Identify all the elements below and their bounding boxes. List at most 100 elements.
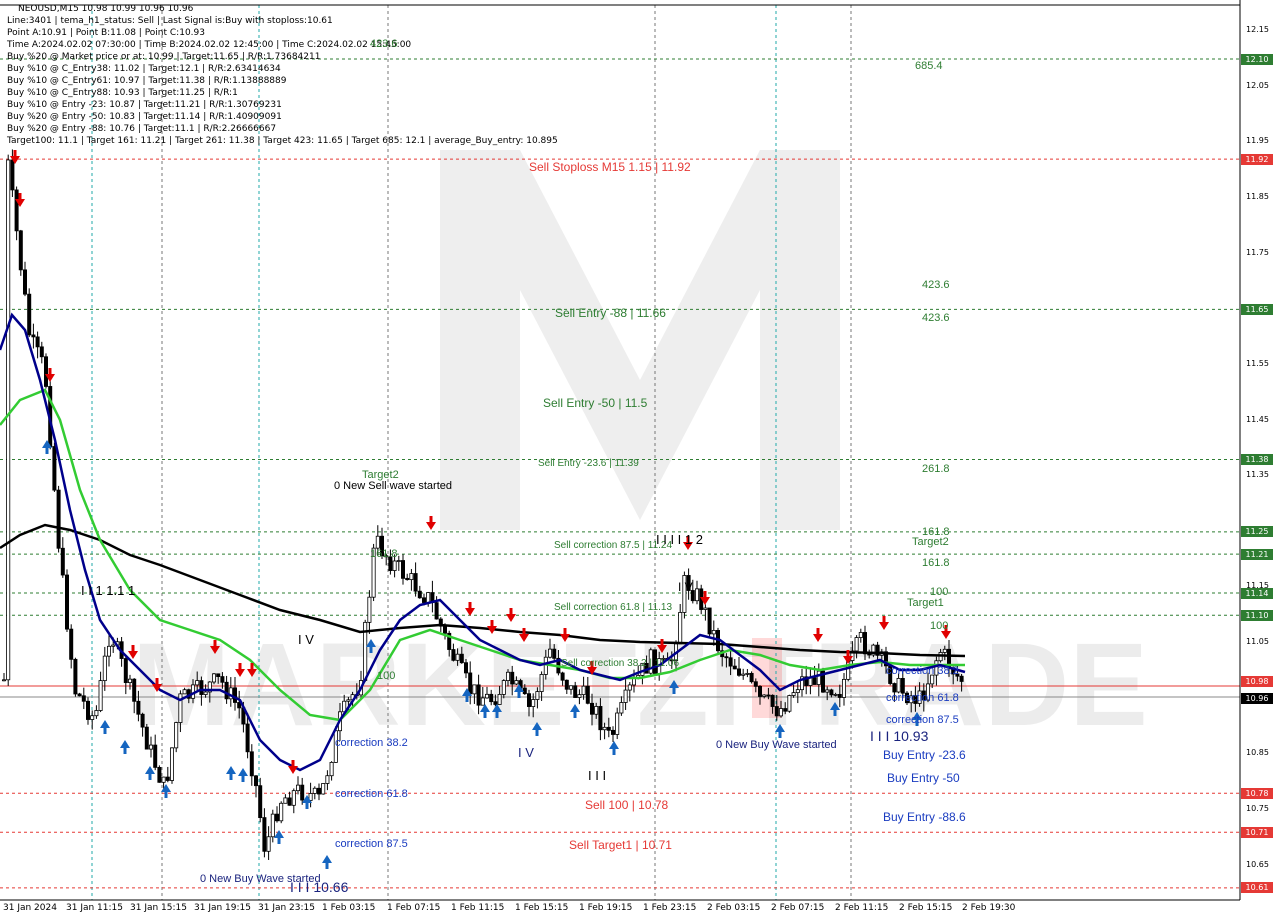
level-label: Sell Entry -23.6 | 11.39 [538,458,639,469]
candle-body [531,699,536,707]
candle-body [325,775,330,784]
candle-body [711,630,716,635]
time-tick-label: 1 Feb 07:15 [387,903,441,913]
price-tick-label: 11.75 [1246,247,1269,257]
candle-body [39,346,44,358]
price-tick-label: 11.35 [1246,470,1269,480]
wave-label: I V [518,745,534,760]
wave-label: 0 New Buy Wave started [716,739,837,751]
candle-body [262,817,267,852]
candle-body [489,693,494,703]
info-line: Line:3401 | tema_h1_status: Sell | Last … [7,16,333,26]
candle-body [232,687,237,703]
fib-level-label: 161.8 [370,548,398,560]
candle-body [896,678,901,693]
candle-body [543,656,548,675]
candle-body [169,747,174,781]
price-level-tag: 11.38 [1241,454,1273,465]
candle-body [842,678,847,698]
candle-body [942,648,947,653]
candle-body [745,672,750,675]
level-label: Sell correction 61.8 | 11.13 [554,602,673,613]
candle-body [392,560,397,571]
price-tick-label: 10.75 [1246,803,1269,813]
candle-body [346,699,351,702]
price-level-tag: 10.78 [1241,787,1273,799]
price-level-tag: 10.96 [1241,692,1273,704]
candle-body [295,784,300,792]
info-line: Buy %20 @ Entry -88: 10.76 | Target:11.1… [7,124,277,134]
wave-label: I V [298,632,314,647]
time-tick-label: 1 Feb 23:15 [643,903,697,913]
candle-body [854,637,859,652]
candle-body [728,657,733,667]
candle-body [703,607,708,610]
candle-body [2,679,7,682]
candle-body [405,577,410,581]
candle-body [581,685,586,696]
candle-body [27,293,32,336]
price-level-tag: 11.92 [1241,153,1273,165]
candle-body [270,813,275,838]
candle-body [81,695,86,702]
candle-body [195,680,200,686]
price-level-tag: 10.61 [1241,882,1273,894]
candle-body [707,607,712,635]
price-tick-label: 10.85 [1246,748,1269,758]
level-label: Sell correction 87.5 | 11.24 [554,540,673,551]
candle-body [560,672,565,681]
candle-body [510,671,515,685]
candle-body [421,597,426,603]
fib-level-label: Target1 [907,597,944,609]
candle-body [724,656,729,659]
candle-body [86,700,91,720]
candle-body [552,648,557,659]
info-line: Buy %20 @ Market price or at: 10.99 | Ta… [7,52,321,62]
buy-entry-label: Buy Entry -50 [887,771,960,785]
candle-body [148,744,153,750]
candle-body [14,189,19,232]
candle-body [858,632,863,638]
candle-body [203,691,208,695]
candle-body [959,675,964,682]
info-line: Buy %10 @ C_Entry61: 10.97 | Target:11.3… [7,76,287,86]
candle-body [455,653,460,661]
candle-body [442,625,447,634]
buy-entry-label: correction 61.8 [886,692,959,704]
candle-body [279,802,284,822]
candle-body [783,708,788,712]
candle-body [329,762,334,777]
price-level-tag: 11.10 [1241,609,1273,621]
info-line: Buy %10 @ Entry -23: 10.87 | Target:11.2… [7,100,282,110]
candle-body [417,590,422,599]
symbol-header: NEOUSD,M15 10.98 10.99 10.96 10.96 [18,4,194,14]
time-tick-label: 2 Feb 11:15 [835,903,889,913]
candle-body [812,677,817,685]
candle-body [157,766,162,783]
candle-body [791,692,796,696]
watermark-text: MARKETZITRADE [132,619,1148,751]
wave-label: I I I 10.93 [870,728,929,744]
time-tick-label: 31 Jan 15:15 [130,903,187,913]
candle-body [94,710,99,717]
candle-body [375,535,380,549]
candle-body [598,706,603,731]
fib-level-label: 161.8 [922,557,950,569]
candle-body [31,334,36,338]
candle-body [770,694,775,707]
candle-body [535,691,540,700]
candle-body [539,674,544,692]
candle-body [65,574,70,630]
candle-body [216,673,221,677]
candle-body [77,693,82,697]
price-tick-label: 12.05 [1246,80,1269,90]
candle-body [900,678,905,694]
candle-body [249,751,254,777]
price-level-tag: 11.14 [1241,587,1273,599]
candle-body [472,684,477,695]
candle-body [476,684,481,706]
candle-body [274,813,279,822]
candle-body [107,645,112,657]
candle-body [140,713,145,728]
wave-label: I I I 10.66 [290,879,349,895]
